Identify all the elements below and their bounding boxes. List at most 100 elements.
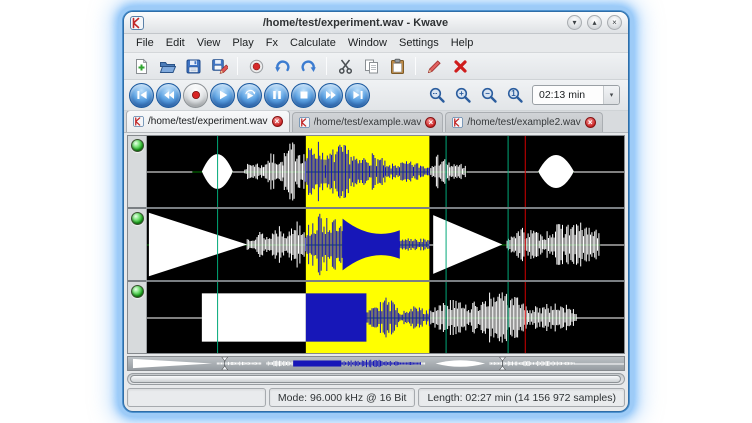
tab-experiment-wav[interactable]: /home/test/experiment.wav × [126,111,290,132]
statusbar: Mode: 96.000 kHz @ 16 Bit Length: 02:27 … [124,385,628,411]
zoom-selection-icon [428,86,446,104]
titlebar[interactable]: /home/test/experiment.wav - Kwave ▾ ▴ × [124,12,628,34]
track-3-enable-led[interactable] [131,285,144,298]
save-button[interactable] [181,55,205,77]
menu-window[interactable]: Window [342,35,393,51]
chevron-down-icon[interactable]: ▾ [603,86,619,104]
record-new-button[interactable] [244,55,268,77]
waveform-3 [147,282,624,353]
waveform-2 [147,209,624,280]
play-loop-icon [244,89,256,101]
open-file-button[interactable] [155,55,179,77]
menu-edit[interactable]: Edit [160,35,191,51]
zoom-out-button[interactable]: − [476,83,502,107]
delete-x-icon [452,58,469,75]
menu-play[interactable]: Play [226,35,259,51]
paste-button[interactable] [385,55,409,77]
waveform-track-2[interactable] [147,209,624,282]
kwave-file-icon [452,117,463,128]
svg-text:+: + [459,89,464,98]
maximize-button[interactable]: ▴ [587,15,602,30]
skip-backward-icon [136,89,148,101]
tab-example-wav[interactable]: /home/test/example.wav × [292,112,444,132]
toolbar-separator [415,57,416,75]
paste-icon [389,58,406,75]
track-2-controls [128,209,146,282]
zoom-select[interactable]: 02:13 min ▾ [532,85,620,105]
undo-button[interactable] [270,55,294,77]
horizontal-scrollbar[interactable] [127,373,625,385]
zoom-100-button[interactable]: 1 [502,83,528,107]
copy-button[interactable] [359,55,383,77]
zoom-value: 02:13 min [533,89,603,101]
go-to-end-button[interactable] [345,83,370,108]
zoom-in-button[interactable]: + [450,83,476,107]
waveform-track-3[interactable] [147,282,624,353]
kwave-window: /home/test/experiment.wav - Kwave ▾ ▴ × … [123,11,629,412]
svg-text:1: 1 [511,89,516,98]
kwave-file-icon [133,116,144,127]
rewind-button[interactable] [156,83,181,108]
tabbar: /home/test/experiment.wav × /home/test/e… [124,111,628,133]
svg-text:−: − [485,89,490,98]
save-icon [185,58,202,75]
file-toolbar [124,53,628,80]
close-button[interactable]: × [607,15,622,30]
erase-button[interactable] [422,55,446,77]
status-length: Length: 02:27 min (14 156 972 samples) [418,388,625,407]
tab-label: /home/test/example.wav [314,117,422,128]
waveform-1 [147,136,624,207]
waveform-track-1[interactable] [147,136,624,209]
overview-strip[interactable] [127,356,625,371]
zoom-selection-button[interactable] [424,83,450,107]
menu-fx[interactable]: Fx [260,35,284,51]
tab-close-icon[interactable]: × [425,117,436,128]
playback-toolbar: + − 1 02:13 min ▾ [124,80,628,111]
play-icon [217,89,229,101]
new-file-icon [133,58,150,75]
minimize-button[interactable]: ▾ [567,15,582,30]
track-1-enable-led[interactable] [131,139,144,152]
scrollbar-thumb[interactable] [130,375,621,383]
menu-view[interactable]: View [191,35,227,51]
seek-backward-icon [163,89,175,101]
track-1-controls [128,136,146,209]
scissors-icon [337,58,354,75]
tab-example2-wav[interactable]: /home/test/example2.wav × [445,112,602,132]
menu-settings[interactable]: Settings [393,35,445,51]
pause-button[interactable] [264,83,289,108]
loop-button[interactable] [237,83,262,108]
zoom-group: + − 1 02:13 min ▾ [424,83,623,107]
kwave-file-icon [299,117,310,128]
forward-button[interactable] [318,83,343,108]
window-title: /home/test/experiment.wav - Kwave [149,17,562,29]
go-to-start-button[interactable] [129,83,154,108]
menu-file[interactable]: File [130,35,160,51]
pause-icon [271,89,283,101]
skip-forward-icon [352,89,364,101]
track-2-enable-led[interactable] [131,212,144,225]
kwave-app-icon[interactable] [130,16,144,30]
save-as-button[interactable] [207,55,231,77]
redo-button[interactable] [296,55,320,77]
status-mode: Mode: 96.000 kHz @ 16 Bit [269,388,416,407]
tab-close-icon[interactable]: × [272,116,283,127]
signal-area [127,135,625,354]
delete-button[interactable] [448,55,472,77]
new-file-button[interactable] [129,55,153,77]
cut-button[interactable] [333,55,357,77]
menu-calculate[interactable]: Calculate [284,35,342,51]
status-message-area [127,388,266,407]
track-controls-column [128,136,147,353]
open-folder-icon [159,58,176,75]
menu-help[interactable]: Help [445,35,480,51]
record-button[interactable] [183,83,208,108]
stop-button[interactable] [291,83,316,108]
record-dot-icon [190,89,202,101]
tab-close-icon[interactable]: × [585,117,596,128]
play-button[interactable] [210,83,235,108]
undo-icon [274,58,291,75]
zoom-100-icon: 1 [506,86,524,104]
tab-label: /home/test/experiment.wav [148,116,268,127]
overview-waveform [128,357,624,370]
